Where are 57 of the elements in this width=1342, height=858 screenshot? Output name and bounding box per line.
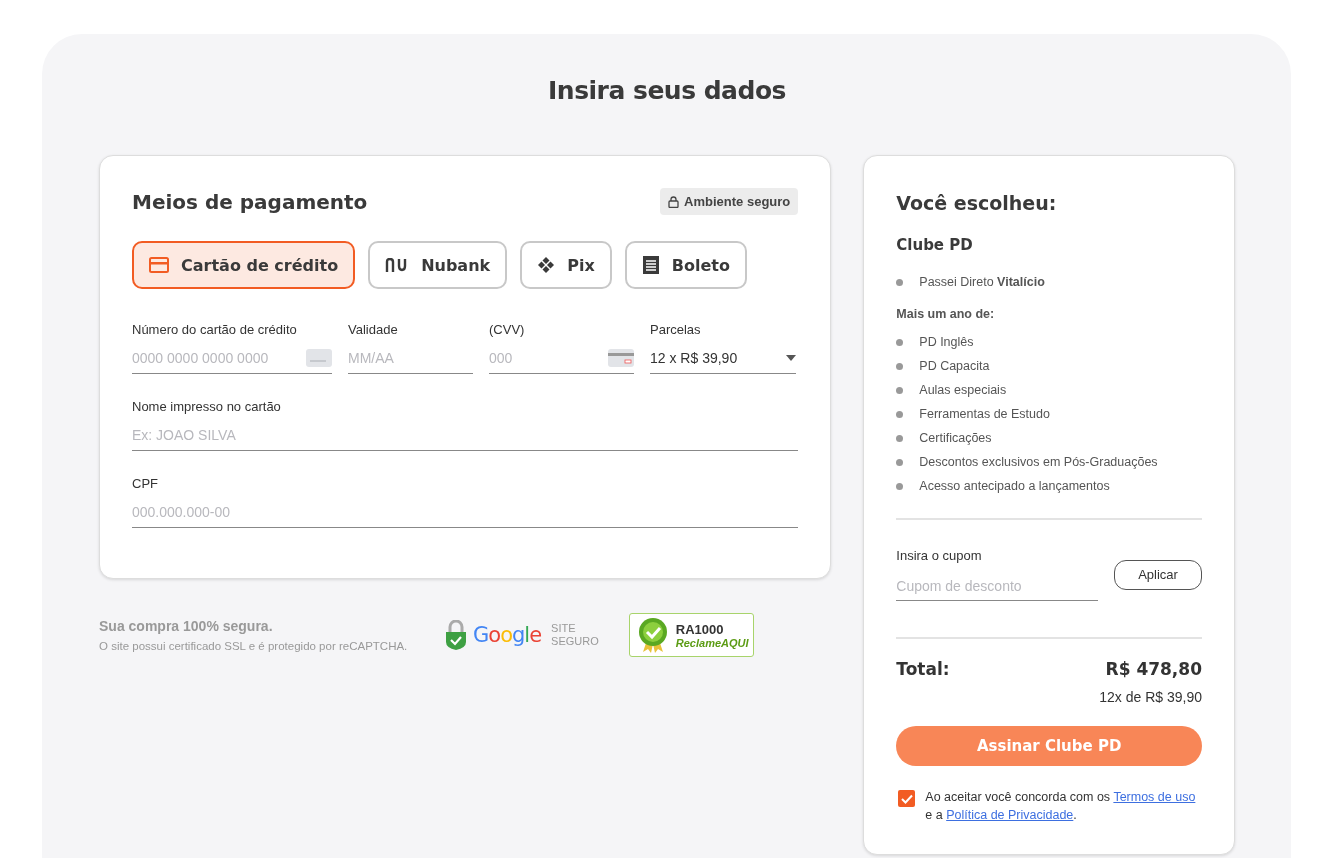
diamond-icon [537,256,556,274]
field-label: (CVV) [489,322,526,337]
field-label: Validade [348,322,399,337]
benefit-item: PD Capacita [919,359,990,373]
installments-text: 12x de R$ 39,90 [1098,689,1202,705]
apply-button[interactable]: Aplicar [1114,559,1202,590]
card-back-icon [608,349,634,367]
badge-caption: SITE [551,622,577,635]
bullet-dot [896,458,904,466]
shield-lock-icon [445,620,467,650]
payment-method-tab[interactable]: Cartão de crédito [132,241,356,289]
badge-score: RA1000 [675,621,725,637]
field-label: Parcelas [650,322,702,337]
total-label: Total: [896,659,950,679]
payment-method-tab[interactable]: Pix [520,241,612,289]
page-title: Insira seus dados [547,76,787,105]
product-name: Clube PD [896,236,974,254]
benefit-item: Aulas especiais [919,383,1007,397]
google-logo: Google [473,623,542,647]
total-value: R$ 478,80 [1105,659,1202,679]
badge-brand-name: ReclameAQUI [675,636,749,649]
bullet-dot [896,362,904,370]
lock-icon [668,195,680,208]
section-title: Meios de pagamento [132,189,368,214]
summary-title: Você escolheu: [896,192,1058,214]
card-icon [306,349,332,367]
receipt-icon [641,255,660,275]
benefit-item: Descontos exclusivos em Pós-Graduações [919,455,1158,469]
field-label: Número do cartão de crédito [132,322,298,337]
terms-checkbox[interactable] [898,790,916,807]
bullet-dot [896,386,904,394]
payment-method-tab[interactable]: Boleto [624,241,747,289]
payment-method-tab[interactable]: Nubank [368,241,508,289]
benefit-item: Ferramentas de Estudo [919,407,1050,421]
benefit-item: Passei Direto Vitalício [919,275,1045,289]
dropdown-caret-icon [786,355,796,361]
terms-link[interactable]: Termos de uso [1113,790,1196,804]
field-label: Nome impresso no cartão [132,399,282,414]
bullet-dot [896,278,904,286]
list-heading: Mais um ano de: [896,307,995,321]
benefit-item: Certificações [919,431,992,445]
bullet-dot [896,434,904,442]
installments-select[interactable]: 12 x R$ 39,90 [650,346,796,374]
secure-label: Ambiente seguro [684,194,791,209]
security-title: Sua compra 100% segura. [99,618,274,634]
bullet-dot [896,482,904,490]
field-label: CPF [132,476,159,491]
bullet-dot [896,338,904,346]
field-label: Insira o cupom [896,548,983,563]
benefit-item: PD Inglês [919,335,974,349]
benefit-item: Acesso antecipado a lançamentos [919,479,1110,493]
terms-text: Ao aceitar você concorda com os Termos de uso e a Política de Privacidade. [925,789,1197,824]
bullet-dot [896,410,904,418]
subscribe-button[interactable]: Assinar Clube PD [896,726,1202,766]
credit-card-icon [149,257,169,273]
security-note: O site possui certificado SSL e é protegido por reCAPTCHA. [99,640,409,652]
badge-caption: SEGURO [551,635,599,648]
